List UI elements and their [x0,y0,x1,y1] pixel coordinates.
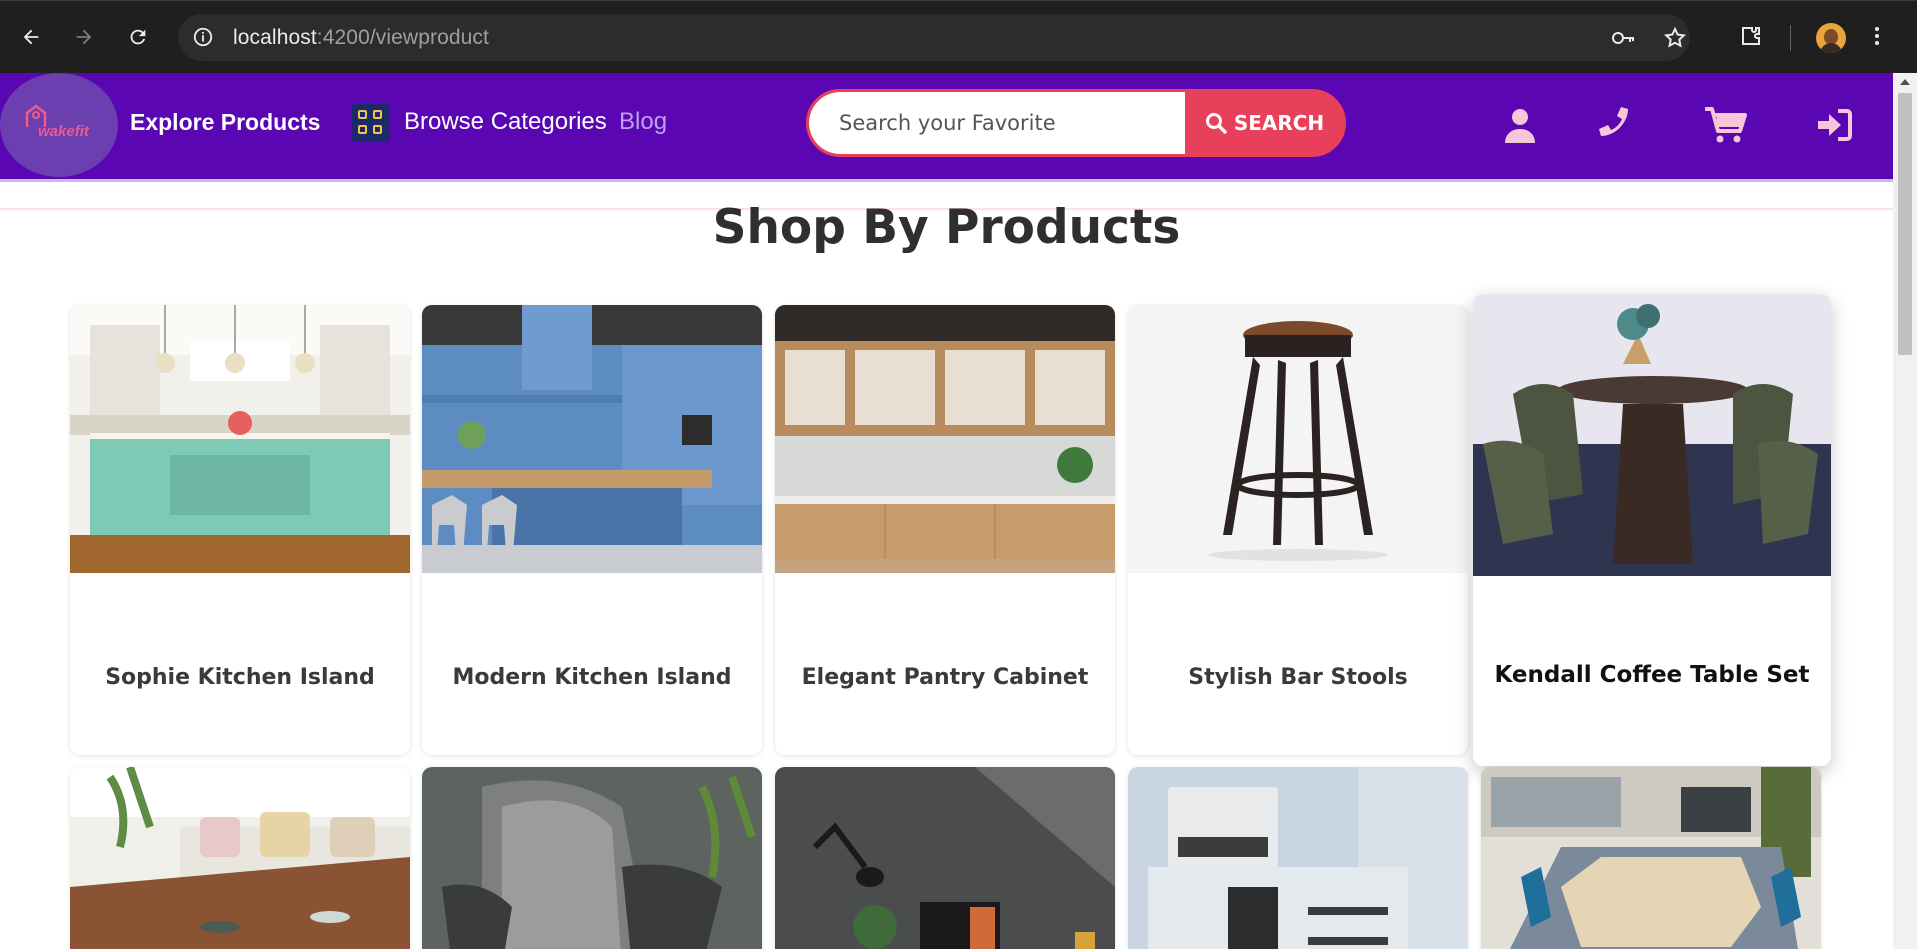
url-text: localhost:4200/viewproduct [233,26,489,49]
puzzle-icon [1742,27,1760,45]
menu-button[interactable] [1867,19,1887,53]
product-name: Stylish Bar Stools [1188,665,1408,690]
search-button-label: SEARCH [1233,111,1325,135]
phone-icon[interactable] [1592,103,1636,147]
reload-button[interactable] [122,21,154,53]
product-card[interactable]: Stylish Bar Stools [1128,305,1468,755]
reload-icon [130,29,146,45]
site-info-icon[interactable] [192,26,214,48]
kebab-menu-icon [1875,27,1879,45]
grid-icon[interactable] [352,104,390,142]
search-icon [1205,113,1227,134]
product-card[interactable]: Sophie Kitchen Island [70,305,410,755]
product-card[interactable]: Modern Kitchen Island [422,305,762,755]
bookmark-star-icon[interactable] [1662,26,1688,50]
product-image [70,305,410,573]
product-image [422,305,762,573]
scroll-up-arrow-icon[interactable] [1900,79,1910,85]
logo-wordmark: wakefit [38,123,89,140]
page-scrollbar[interactable] [1893,73,1917,949]
browser-toolbar: localhost:4200/viewproduct [0,0,1917,73]
password-key-icon[interactable] [1610,26,1636,50]
extensions-button[interactable] [1734,19,1768,53]
forward-button[interactable] [68,21,100,53]
product-card[interactable]: Elegant Pantry Cabinet [775,305,1115,755]
nav-explore-products[interactable]: Explore Products [130,109,320,136]
address-bar[interactable]: localhost:4200/viewproduct [178,14,1690,61]
search-bar: SEARCH [806,89,1346,157]
toolbar-separator [1790,25,1791,51]
product-image [1128,305,1468,573]
product-name: Kendall Coffee Table Set [1494,662,1810,688]
product-name: Modern Kitchen Island [452,665,732,690]
product-image [422,767,762,949]
product-image [775,305,1115,573]
product-card[interactable] [422,767,762,949]
product-card[interactable] [775,767,1115,949]
logo[interactable]: wakefit [0,73,118,177]
product-card[interactable] [1481,767,1821,949]
site-header: wakefit Explore Products Browse Categori… [0,73,1893,182]
nav-browse-categories[interactable]: Browse Categories [404,108,607,136]
product-card[interactable]: Kendall Coffee Table Set [1473,294,1831,766]
product-card[interactable] [1128,767,1468,949]
back-arrow-icon [23,29,39,45]
product-image [70,767,410,949]
nav-blog[interactable]: Blog [619,108,667,136]
user-icon[interactable] [1498,103,1542,147]
cart-icon[interactable] [1700,103,1750,147]
search-input[interactable] [809,92,1185,154]
product-card[interactable] [70,767,410,949]
back-button[interactable] [15,21,47,53]
login-icon[interactable] [1812,103,1856,147]
product-image [1481,767,1821,949]
profile-avatar[interactable] [1816,23,1846,53]
product-image [1473,294,1831,576]
scrollbar-thumb[interactable] [1898,93,1912,355]
forward-arrow-icon [76,29,92,45]
page-title: Shop By Products [712,200,1181,255]
product-image [775,767,1115,949]
product-name: Sophie Kitchen Island [105,665,375,690]
product-image [1128,767,1468,949]
product-name: Elegant Pantry Cabinet [801,665,1089,690]
search-button[interactable]: SEARCH [1185,92,1343,154]
